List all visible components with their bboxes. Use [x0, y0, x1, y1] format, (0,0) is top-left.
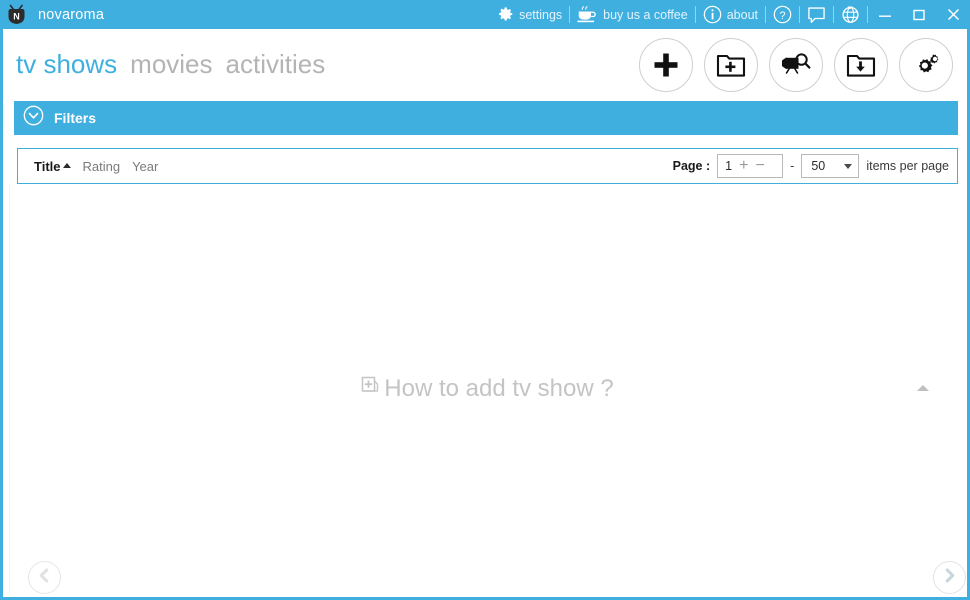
chat-bubble-icon — [807, 6, 826, 24]
scroll-up-button[interactable] — [916, 383, 930, 393]
titlebar-chat-button[interactable] — [800, 0, 833, 29]
titlebar-settings-button[interactable]: settings — [490, 0, 569, 29]
add-folder-button[interactable] — [704, 37, 758, 92]
tab-tv-shows[interactable]: tv shows — [16, 49, 117, 80]
tab-movies[interactable]: movies — [130, 49, 212, 80]
title-bar: N novaroma settings buy us a coffee abou… — [3, 0, 967, 29]
plus-icon — [651, 50, 681, 80]
page-decrement-button[interactable]: − — [755, 158, 764, 174]
application-window: N novaroma settings buy us a coffee abou… — [0, 0, 970, 600]
toolbar — [639, 37, 953, 92]
tab-activities[interactable]: activities — [226, 49, 326, 80]
titlebar-buy-coffee-button[interactable]: buy us a coffee — [570, 0, 695, 29]
app-title: novaroma — [38, 6, 105, 23]
filters-label: Filters — [54, 110, 97, 126]
empty-state[interactable]: How to add tv show ? — [10, 375, 961, 403]
chevron-down-icon — [844, 163, 853, 169]
close-button[interactable] — [936, 0, 967, 29]
sort-option-title[interactable]: Title — [34, 159, 71, 174]
download-folder-button[interactable] — [834, 37, 888, 92]
search-media-button[interactable] — [769, 37, 823, 92]
camera-search-icon — [780, 51, 812, 79]
chevron-down-circle-icon[interactable] — [23, 105, 44, 131]
tab-bar: tv shows movies activities — [3, 29, 967, 100]
minimize-button[interactable] — [868, 0, 902, 29]
sort-ascending-icon — [62, 162, 71, 168]
pagination-controls: Page : 1 + − - 50 items per page — [673, 154, 949, 178]
page-increment-button[interactable]: + — [739, 158, 748, 174]
sort-and-pagination-bar: Title Rating Year Page : 1 + − - 50 item… — [17, 148, 958, 184]
double-gears-icon — [911, 51, 941, 79]
page-number-stepper[interactable]: 1 + − — [717, 154, 784, 178]
items-per-page-select[interactable]: 50 — [801, 154, 860, 178]
items-per-page-value: 50 — [811, 159, 826, 173]
titlebar-buy-coffee-label: buy us a coffee — [603, 7, 688, 22]
filters-bar[interactable]: Filters — [14, 101, 958, 135]
gear-icon — [497, 6, 514, 23]
folder-download-icon — [846, 51, 876, 79]
svg-text:N: N — [13, 11, 20, 21]
tab-list: tv shows movies activities — [16, 49, 325, 80]
help-question-circle-icon: ? — [773, 5, 792, 24]
previous-page-button[interactable] — [28, 561, 61, 594]
novaroma-tv-logo-icon: N — [3, 0, 31, 29]
chevron-left-circle-icon — [36, 567, 53, 589]
items-per-page-label: items per page — [866, 159, 949, 173]
content-area: How to add tv show ? — [9, 185, 966, 594]
empty-state-text: How to add tv show ? — [384, 375, 614, 402]
chevron-right-circle-icon — [941, 567, 958, 589]
manage-settings-button[interactable] — [899, 37, 953, 92]
sort-options: Title Rating Year — [34, 159, 158, 174]
folder-add-icon — [716, 51, 746, 79]
maximize-button[interactable] — [902, 0, 936, 29]
next-page-button[interactable] — [933, 561, 966, 594]
page-label: Page : — [672, 159, 711, 173]
pagination-separator: - — [790, 159, 795, 173]
page-number-value[interactable]: 1 — [725, 159, 732, 173]
add-button[interactable] — [639, 37, 693, 92]
sort-option-title-label: Title — [34, 158, 61, 174]
info-circle-icon — [703, 5, 722, 24]
coffee-cup-icon — [577, 6, 598, 23]
triangle-up-icon — [917, 385, 929, 391]
sort-option-year[interactable]: Year — [132, 159, 158, 174]
sort-option-rating[interactable]: Rating — [83, 159, 121, 174]
globe-download-icon — [841, 5, 860, 24]
titlebar-about-button[interactable]: about — [696, 0, 765, 29]
titlebar-about-label: about — [726, 7, 758, 22]
titlebar-language-button[interactable] — [834, 0, 867, 29]
svg-text:?: ? — [779, 10, 785, 22]
titlebar-settings-label: settings — [519, 7, 563, 22]
add-card-icon — [357, 375, 380, 403]
titlebar-help-button[interactable]: ? — [766, 0, 799, 29]
